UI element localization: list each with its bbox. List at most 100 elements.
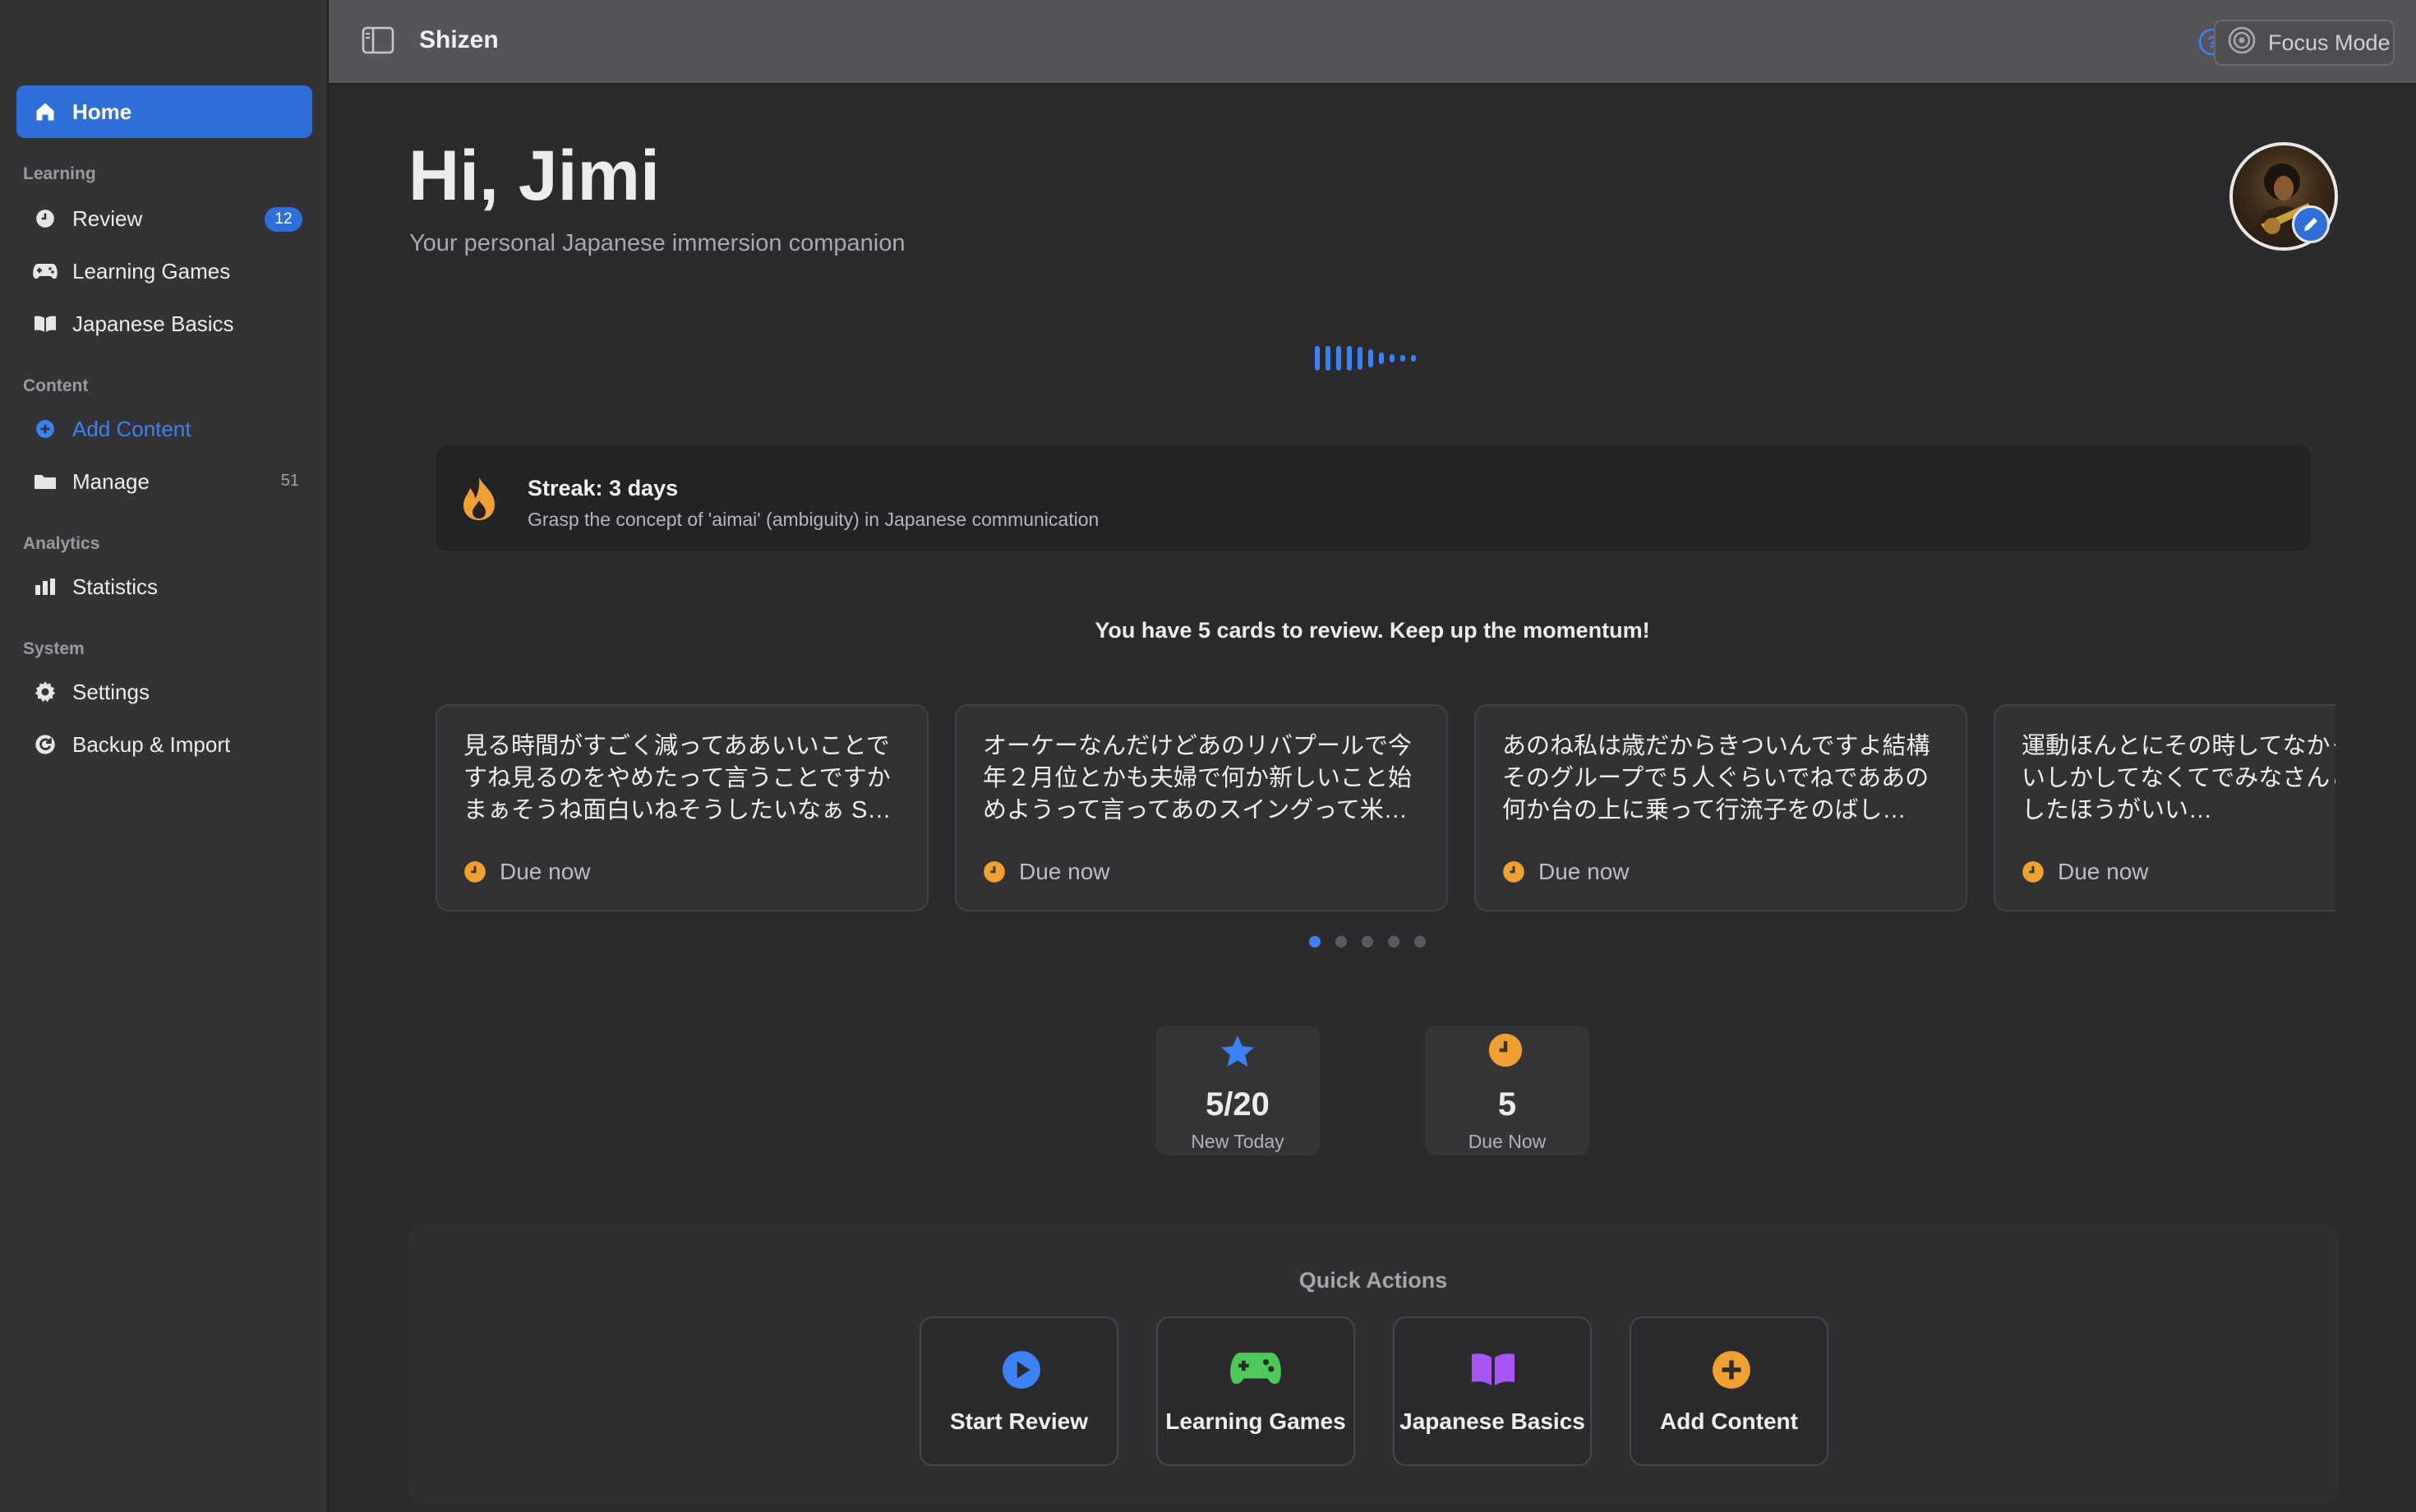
sidebar-item-backup-import[interactable]: Backup & Import — [16, 718, 312, 771]
focus-mode-label: Focus Mode — [2268, 30, 2391, 55]
plus-circle-icon — [1711, 1349, 1752, 1390]
sidebar-item-label: Backup & Import — [72, 731, 231, 757]
clock-icon — [2022, 861, 2044, 883]
greeting-heading: Hi, Jimi — [408, 136, 660, 215]
add-content-button[interactable]: Add Content — [1630, 1316, 1828, 1466]
house-icon — [31, 98, 59, 126]
card-due: Due now — [1502, 859, 1630, 885]
star-icon — [1218, 1032, 1257, 1072]
edit-avatar-button[interactable] — [2292, 205, 2330, 243]
card-text: オーケーなんだけどあのリバプールで今年２月位とかも夫婦で何か新しいこと始めようっ… — [983, 733, 1413, 823]
sidebar-section-learning: Learning — [23, 164, 96, 183]
review-card[interactable]: 運動ほんとにその時してなかったくぐらいしかしてなくてでみなさんとかにヨガしたほう… — [1994, 704, 2335, 911]
stat-due-now: 5 Due Now — [1425, 1026, 1589, 1155]
streak-subtitle: Grasp the concept of 'aimai' (ambiguity)… — [528, 509, 1100, 530]
sidebar: Home Learning Review 12 Learning Games J… — [0, 0, 329, 1512]
sidebar-item-home[interactable]: Home — [16, 85, 312, 138]
card-due: Due now — [983, 859, 1110, 885]
stat-value: 5/20 — [1206, 1086, 1270, 1122]
sidebar-section-system: System — [23, 639, 85, 658]
review-cards-carousel: 見る時間がすごく減ってああいいことですね見るのをやめたって言うことですかまぁそう… — [436, 704, 2335, 915]
sidebar-item-japanese-basics[interactable]: Japanese Basics — [16, 297, 312, 350]
gamepad-icon — [1227, 1349, 1286, 1390]
sidebar-item-learning-games[interactable]: Learning Games — [16, 245, 312, 297]
sidebar-toggle-icon[interactable] — [362, 26, 394, 56]
review-card[interactable]: 見る時間がすごく減ってああいいことですね見るのをやめたって言うことですかまぁそう… — [436, 704, 929, 911]
clock-icon — [464, 861, 486, 883]
sidebar-section-analytics: Analytics — [23, 534, 100, 553]
quick-actions-title: Quick Actions — [1298, 1268, 1448, 1293]
plus-circle-icon — [31, 415, 59, 443]
book-icon — [31, 310, 59, 338]
folder-icon — [31, 468, 59, 496]
sidebar-item-statistics[interactable]: Statistics — [16, 560, 312, 613]
greeting-subtitle: Your personal Japanese immersion compani… — [409, 230, 906, 256]
card-due: Due now — [2022, 859, 2149, 885]
sidebar-item-label: Add Content — [72, 416, 191, 441]
stat-new-today: 5/20 New Today — [1155, 1026, 1320, 1155]
sidebar-item-manage[interactable]: Manage 51 — [16, 455, 312, 508]
quick-action-label: Japanese Basics — [1399, 1408, 1585, 1434]
streak-banner: Streak: 3 days Grasp the concept of 'aim… — [436, 445, 2311, 551]
stat-label: New Today — [1191, 1131, 1284, 1152]
main-content: Hi, Jimi Your personal Japanese immersio… — [329, 86, 2416, 1512]
clock-icon — [1503, 861, 1524, 883]
carousel-pagination — [1309, 936, 1426, 947]
sidebar-item-label: Home — [72, 99, 132, 124]
sidebar-item-label: Settings — [72, 679, 150, 704]
sidebar-item-label: Statistics — [72, 574, 159, 599]
card-text: 見る時間がすごく減ってああいいことですね見るのをやめたって言うことですかまぁそう… — [463, 733, 892, 823]
sidebar-item-add-content[interactable]: Add Content — [16, 403, 312, 455]
stat-value: 5 — [1497, 1086, 1517, 1122]
streak-title: Streak: 3 days — [528, 476, 679, 500]
pencil-icon — [2304, 218, 2317, 231]
carousel-dot[interactable] — [1388, 936, 1399, 947]
clock-icon — [31, 205, 59, 233]
clock-icon — [1487, 1032, 1527, 1072]
clock-icon — [984, 861, 1005, 883]
due-label: Due now — [500, 859, 591, 884]
learning-games-button[interactable]: Learning Games — [1156, 1316, 1355, 1466]
card-text: あのね私は歳だからきついんですよ結構そのグループで５人ぐらいでねでああの何か台の… — [1502, 733, 1930, 823]
carousel-dot-active[interactable] — [1309, 936, 1321, 947]
due-label: Due now — [1538, 859, 1630, 884]
quick-action-label: Start Review — [949, 1408, 1089, 1434]
backup-icon — [31, 731, 59, 758]
book-icon — [1469, 1349, 1519, 1390]
due-label: Due now — [2058, 859, 2149, 884]
sidebar-item-label: Learning Games — [72, 258, 231, 284]
play-circle-icon — [1001, 1349, 1042, 1390]
gamepad-icon — [31, 257, 59, 285]
due-label: Due now — [1019, 859, 1110, 884]
sidebar-item-review[interactable]: Review 12 — [16, 192, 312, 245]
review-message: You have 5 cards to review. Keep up the … — [1095, 618, 1650, 643]
top-bar: Shizen ? Focus Mode — [329, 0, 2416, 85]
flame-icon — [460, 476, 501, 522]
stat-label: Due Now — [1468, 1131, 1547, 1152]
review-card[interactable]: あのね私は歳だからきついんですよ結構そのグループで５人ぐらいでねでああの何か台の… — [1474, 704, 1967, 911]
start-review-button[interactable]: Start Review — [920, 1316, 1118, 1466]
audio-wave-loader — [1315, 346, 1416, 371]
focus-mode-button[interactable]: Focus Mode — [2214, 20, 2395, 66]
app-title: Shizen — [419, 26, 499, 53]
review-count-badge: 12 — [265, 207, 302, 232]
review-card[interactable]: オーケーなんだけどあのリバプールで今年２月位とかも夫婦で何か新しいこと始めようっ… — [955, 704, 1448, 911]
japanese-basics-button[interactable]: Japanese Basics — [1393, 1316, 1592, 1466]
target-icon — [2227, 25, 2257, 61]
quick-action-label: Learning Games — [1165, 1408, 1346, 1434]
gear-icon — [31, 678, 59, 706]
carousel-dot[interactable] — [1335, 936, 1347, 947]
card-due: Due now — [463, 859, 591, 885]
quick-action-label: Add Content — [1660, 1408, 1798, 1434]
quick-actions-panel: Quick Actions Start Review Learning Game… — [408, 1224, 2338, 1504]
bar-chart-icon — [31, 573, 59, 601]
carousel-dot[interactable] — [1414, 936, 1426, 947]
carousel-dot[interactable] — [1362, 936, 1373, 947]
sidebar-item-label: Japanese Basics — [72, 311, 234, 336]
sidebar-item-label: Manage — [72, 468, 150, 494]
sidebar-item-label: Review — [72, 205, 143, 231]
sidebar-section-content: Content — [23, 376, 89, 395]
manage-count: 51 — [280, 472, 299, 490]
sidebar-item-settings[interactable]: Settings — [16, 666, 312, 718]
card-text: 運動ほんとにその時してなかったくぐらいしかしてなくてでみなさんとかにヨガしたほう… — [2022, 733, 2335, 823]
